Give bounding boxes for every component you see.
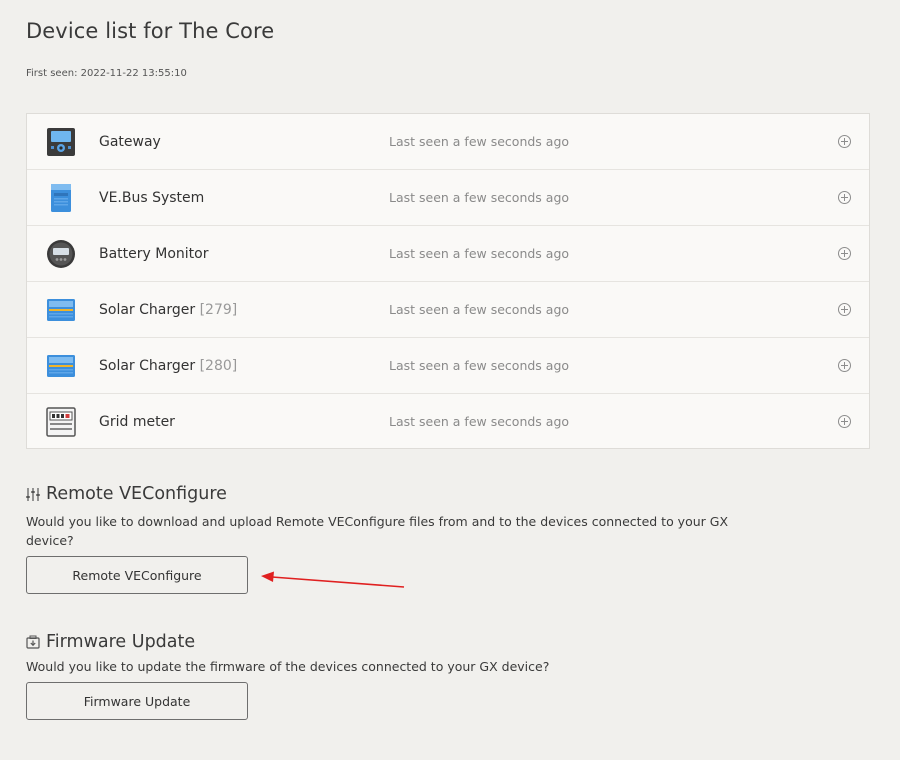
device-name-text: Solar Charger <box>99 301 196 318</box>
battery-monitor-icon <box>47 240 75 268</box>
inverter-icon <box>51 184 71 212</box>
device-status: Last seen a few seconds ago <box>389 358 570 373</box>
expand-plus-icon[interactable] <box>838 415 851 428</box>
device-name-text: Solar Charger <box>99 357 196 374</box>
device-name-text: Gateway <box>99 133 161 150</box>
device-name: Grid meter <box>99 414 175 430</box>
expand-plus-icon[interactable] <box>838 247 851 260</box>
device-list: Gateway Last seen a few seconds ago VE.B… <box>26 113 870 449</box>
device-name: VE.Bus System <box>99 190 204 206</box>
device-name-text: Grid meter <box>99 413 175 430</box>
solar-charger-icon <box>47 355 75 377</box>
firmware-update-button[interactable]: Firmware Update <box>26 682 248 720</box>
expand-plus-icon[interactable] <box>838 191 851 204</box>
device-id-text: [280] <box>199 357 238 374</box>
remote-veconfigure-title: Remote VEConfigure <box>26 484 227 504</box>
sliders-icon <box>26 487 40 501</box>
firmware-update-title: Firmware Update <box>26 632 195 652</box>
device-name-text: Battery Monitor <box>99 245 209 262</box>
device-status: Last seen a few seconds ago <box>389 246 570 261</box>
annotation-arrow-icon <box>261 571 405 588</box>
expand-plus-icon[interactable] <box>838 303 851 316</box>
first-seen-text: First seen: 2022-11-22 13:55:10 <box>26 68 187 79</box>
gateway-icon <box>47 128 75 156</box>
remote-veconfigure-description: Would you like to download and upload Re… <box>26 514 729 548</box>
expand-plus-icon[interactable] <box>838 359 851 372</box>
grid-meter-icon <box>46 407 76 437</box>
device-name: Solar Charger [280] <box>99 358 237 374</box>
firmware-update-description: Would you like to update the firmware of… <box>26 659 550 674</box>
device-row-solar-charger-279[interactable]: Solar Charger [279] Last seen a few seco… <box>27 282 869 338</box>
device-row-gateway[interactable]: Gateway Last seen a few seconds ago <box>27 114 869 170</box>
firmware-icon <box>26 635 40 649</box>
firmware-update-title-text: Firmware Update <box>46 632 196 652</box>
device-status: Last seen a few seconds ago <box>389 414 570 429</box>
page-title: Device list for The Core <box>26 19 275 43</box>
device-name: Battery Monitor <box>99 246 208 262</box>
solar-charger-icon <box>47 299 75 321</box>
device-row-battery-monitor[interactable]: Battery Monitor Last seen a few seconds … <box>27 226 869 282</box>
device-status: Last seen a few seconds ago <box>389 134 570 149</box>
device-name: Solar Charger [279] <box>99 302 237 318</box>
device-status: Last seen a few seconds ago <box>389 190 570 205</box>
device-status: Last seen a few seconds ago <box>389 302 570 317</box>
device-row-vebus-system[interactable]: VE.Bus System Last seen a few seconds ag… <box>27 170 869 226</box>
device-id-text: [279] <box>199 301 238 318</box>
device-name-text: VE.Bus System <box>99 189 205 206</box>
remote-veconfigure-title-text: Remote VEConfigure <box>46 484 227 504</box>
device-name: Gateway <box>99 134 161 150</box>
remote-veconfigure-button[interactable]: Remote VEConfigure <box>26 556 248 594</box>
expand-plus-icon[interactable] <box>838 135 851 148</box>
device-row-grid-meter[interactable]: Grid meter Last seen a few seconds ago <box>27 394 869 449</box>
device-row-solar-charger-280[interactable]: Solar Charger [280] Last seen a few seco… <box>27 338 869 394</box>
